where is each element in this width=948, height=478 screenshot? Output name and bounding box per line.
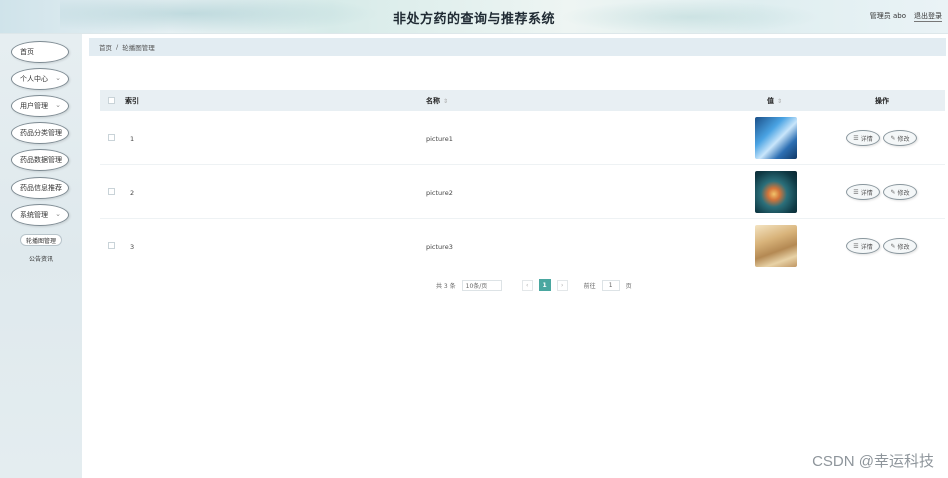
breadcrumb-home[interactable]: 首页 [99,42,112,52]
logout-link[interactable]: 退出登录 [914,11,942,22]
row-image [755,171,797,213]
breadcrumb-separator: / [116,43,119,51]
sidebar-subitem-notices[interactable]: 公告资讯 [20,252,62,264]
sidebar: 首页 个人中心 ⌄ 用户管理 ⌄ 药品分类管理 药品数据管理 药品信息推荐 系统… [0,34,82,478]
user-label: 管理员 abo [869,12,906,20]
page-suffix: 页 [625,282,632,290]
sidebar-item-drug-data[interactable]: 药品数据管理 [11,149,69,171]
column-value-label: 值 [767,97,774,105]
row-index: 2 [130,189,135,197]
goto-label: 前往 [583,282,596,290]
column-index: 索引 [125,97,139,105]
column-name[interactable]: 名称 ⇕ [426,96,448,106]
row-name: picture3 [426,243,453,251]
pagination-total: 共 3 条 [436,282,456,290]
sidebar-item-drug-recommend[interactable]: 药品信息推荐 [11,177,69,199]
edit-label: 修改 [897,243,910,251]
detail-label: 详情 [860,243,873,251]
sidebar-item-label: 药品分类管理 [20,129,62,137]
row-name: picture1 [426,135,453,143]
row-image [755,225,797,267]
sidebar-item-label: 个人中心 [20,75,48,83]
sidebar-item-label: 首页 [20,48,34,56]
row-image [755,117,797,159]
row-name: picture2 [426,189,453,197]
breadcrumb-current: 轮播图管理 [122,44,155,52]
chevron-down-icon: ⌄ [55,101,61,109]
table-header: 索引 名称 ⇕ 值 ⇕ 操作 [100,90,945,111]
edit-button[interactable]: ✎ 修改 [883,130,917,146]
row-checkbox[interactable] [108,242,115,249]
sidebar-item-system[interactable]: 系统管理 ⌄ [11,204,69,226]
edit-icon: ✎ [890,134,896,142]
detail-label: 详情 [860,189,873,197]
sidebar-item-label: 药品数据管理 [20,156,62,164]
sidebar-item-label: 系统管理 [20,211,48,219]
watermark: CSDN @幸运科技 [812,453,934,470]
chevron-down-icon: ⌄ [55,210,61,218]
sidebar-subitem-label: 轮播图管理 [25,237,56,245]
detail-button[interactable]: ☰ 详情 [846,130,880,146]
row-index: 3 [130,243,135,251]
edit-button[interactable]: ✎ 修改 [883,184,917,200]
sidebar-item-drug-category[interactable]: 药品分类管理 [11,122,69,144]
sidebar-item-home[interactable]: 首页 [11,41,69,63]
sidebar-subitem-label: 公告资讯 [28,255,53,263]
row-index: 1 [130,135,135,143]
breadcrumb: 首页 / 轮播图管理 [89,38,946,56]
table-row: 2 picture2 ☰ 详情 ✎ 修改 [100,165,945,219]
goto-page-input[interactable]: 1 [601,279,620,291]
column-name-label: 名称 [426,97,440,105]
edit-icon: ✎ [890,188,896,196]
detail-button[interactable]: ☰ 详情 [846,238,880,254]
next-page-button[interactable]: › [556,279,568,291]
app-title: 非处方药的查询与推荐系统 [392,12,555,27]
select-all-checkbox[interactable] [108,97,115,104]
user-info: 管理员 abo 退出登录 [870,11,942,22]
column-value[interactable]: 值 ⇕ [767,96,782,106]
edit-label: 修改 [897,189,910,197]
column-actions: 操作 [875,97,889,105]
edit-button[interactable]: ✎ 修改 [883,238,917,254]
row-checkbox[interactable] [108,188,115,195]
table-row: 1 picture1 ☰ 详情 ✎ 修改 [100,111,945,165]
sidebar-subitem-carousel[interactable]: 轮播图管理 [20,234,62,246]
page-number-1[interactable]: 1 [538,279,551,291]
sidebar-item-users[interactable]: 用户管理 ⌄ [11,95,69,117]
edit-icon: ✎ [890,242,896,250]
document-icon: ☰ [853,188,859,196]
row-checkbox[interactable] [108,134,115,141]
sidebar-item-profile[interactable]: 个人中心 ⌄ [11,68,69,90]
app-header: 非处方药的查询与推荐系统 管理员 abo 退出登录 [0,0,948,34]
edit-label: 修改 [897,135,910,143]
sidebar-item-label: 药品信息推荐 [20,184,62,192]
sidebar-item-label: 用户管理 [20,102,48,110]
chevron-down-icon: ⌄ [55,74,61,82]
page-size-value: 10条/页 [465,282,488,290]
page-size-select[interactable]: 10条/页 [461,279,502,291]
table-row: 3 picture3 ☰ 详情 ✎ 修改 [100,219,945,273]
document-icon: ☰ [853,242,859,250]
sort-icon: ⇕ [777,98,783,105]
document-icon: ☰ [853,134,859,142]
detail-label: 详情 [860,135,873,143]
detail-button[interactable]: ☰ 详情 [846,184,880,200]
sort-icon: ⇕ [443,98,449,105]
prev-page-button[interactable]: ‹ [521,279,533,291]
pagination: 共 3 条 10条/页 ‹ 1 › 前往 1 页 [436,279,632,291]
